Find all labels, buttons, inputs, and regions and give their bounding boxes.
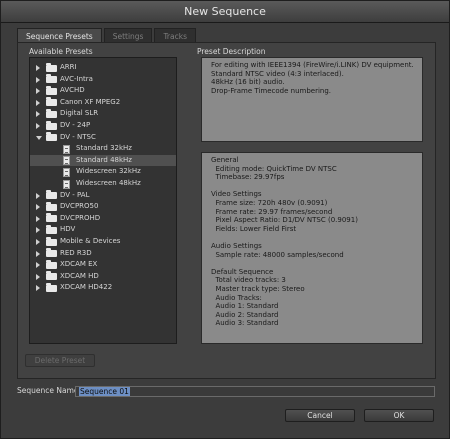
preset-item[interactable]: AVCHD	[30, 85, 176, 97]
preset-item-label: XDCAM EX	[60, 260, 98, 269]
folder-icon	[46, 213, 57, 223]
folder-icon	[46, 132, 57, 142]
preset-item[interactable]: HDV	[30, 224, 176, 236]
preset-item[interactable]: Canon XF MPEG2	[30, 97, 176, 109]
folder-icon	[46, 85, 57, 95]
preset-item-label: HDV	[60, 225, 76, 234]
new-sequence-dialog: New Sequence Sequence Presets Settings T…	[0, 0, 450, 439]
preset-item-label: DVCPRO50	[60, 202, 99, 211]
preset-item-label: AVCHD	[60, 86, 85, 95]
disclosure-closed-icon[interactable]	[36, 76, 40, 83]
disclosure-closed-icon[interactable]	[36, 123, 40, 129]
preset-item[interactable]: AVC-Intra	[30, 74, 176, 86]
preset-file-icon	[63, 167, 70, 177]
disclosure-closed-icon[interactable]	[36, 250, 40, 257]
disclosure-closed-icon[interactable]	[36, 239, 40, 245]
sequence-name-value: Sequence 01	[79, 387, 130, 396]
disclosure-closed-icon[interactable]	[36, 262, 40, 269]
preset-item-label: DV - NTSC	[60, 132, 96, 141]
disclosure-closed-icon[interactable]	[36, 215, 40, 222]
preset-item-label: DV - PAL	[60, 190, 90, 199]
folder-icon	[46, 259, 57, 269]
disclosure-closed-icon[interactable]	[36, 111, 40, 118]
preset-item-label: ARRI	[60, 63, 77, 71]
folder-icon	[46, 120, 57, 130]
preset-item-label: Canon XF MPEG2	[60, 97, 121, 106]
dialog-title: New Sequence	[1, 1, 449, 23]
tab-bar: Sequence Presets Settings Tracks	[17, 28, 196, 43]
folder-icon	[46, 248, 57, 258]
preset-item-label: Standard 32kHz	[76, 144, 132, 153]
folder-icon	[46, 190, 57, 200]
preset-item[interactable]: Digital SLR	[30, 108, 176, 120]
disclosure-closed-icon[interactable]	[36, 65, 40, 71]
tab-sequence-presets[interactable]: Sequence Presets	[17, 28, 102, 43]
preset-description-heading: Preset Description	[197, 47, 266, 56]
preset-item[interactable]: Mobile & Devices	[30, 236, 176, 248]
disclosure-closed-icon[interactable]	[36, 99, 40, 106]
preset-item-label: Widescreen 32kHz	[76, 167, 141, 176]
folder-icon	[46, 271, 57, 281]
folder-icon	[46, 74, 57, 84]
preset-item[interactable]: XDCAM HD	[30, 271, 176, 283]
cancel-button[interactable]: Cancel	[285, 409, 355, 422]
preset-item[interactable]: RED R3D	[30, 248, 176, 260]
preset-file-icon	[63, 179, 70, 189]
disclosure-closed-icon[interactable]	[36, 285, 40, 292]
preset-item[interactable]: XDCAM EX	[30, 259, 176, 271]
preset-item-label: AVC-Intra	[60, 74, 93, 83]
preset-summary: For editing with IEEE1394 (FireWire/i.LI…	[201, 57, 423, 142]
preset-item-label: DVCPROHD	[60, 213, 101, 222]
folder-icon	[46, 62, 57, 72]
preset-item[interactable]: Standard 32kHz	[30, 143, 176, 155]
tab-tracks[interactable]: Tracks	[154, 28, 196, 43]
preset-item-label: RED R3D	[60, 248, 92, 257]
disclosure-closed-icon[interactable]	[36, 192, 40, 199]
folder-icon	[46, 236, 57, 246]
preset-item[interactable]: DV - 24P	[30, 120, 176, 132]
preset-item[interactable]: Standard 48kHz	[30, 154, 176, 167]
preset-item-label: Mobile & Devices	[60, 237, 121, 245]
folder-icon	[46, 201, 57, 211]
preset-item-label: XDCAM HD422	[60, 283, 113, 292]
disclosure-closed-icon[interactable]	[36, 88, 40, 95]
delete-preset-button[interactable]: Delete Preset	[25, 354, 95, 367]
sequence-name-input[interactable]: Sequence 01	[75, 386, 435, 397]
available-presets-heading: Available Presets	[29, 47, 93, 56]
preset-item[interactable]: XDCAM HD422	[30, 282, 176, 294]
preset-item-label: DV - 24P	[60, 121, 91, 129]
preset-item[interactable]: DV - PAL	[30, 190, 176, 202]
preset-item[interactable]: DV - NTSC	[30, 132, 176, 144]
preset-item[interactable]: Widescreen 32kHz	[30, 166, 176, 178]
sequence-name-label: Sequence Name:	[17, 386, 82, 395]
preset-item-label: Standard 48kHz	[76, 155, 132, 164]
folder-icon	[46, 108, 57, 118]
folder-icon	[46, 224, 57, 234]
preset-item-label: Digital SLR	[60, 109, 99, 118]
disclosure-open-icon[interactable]	[36, 135, 42, 140]
tab-settings[interactable]: Settings	[103, 28, 153, 43]
preset-item[interactable]: Widescreen 48kHz	[30, 178, 176, 190]
disclosure-closed-icon[interactable]	[36, 204, 40, 211]
disclosure-closed-icon[interactable]	[36, 227, 40, 234]
disclosure-closed-icon[interactable]	[36, 273, 40, 280]
preset-details: General Editing mode: QuickTime DV NTSC …	[201, 152, 423, 344]
preset-item[interactable]: ARRI	[30, 62, 176, 74]
preset-file-icon	[63, 144, 70, 154]
preset-item-label: Widescreen 48kHz	[76, 179, 141, 187]
preset-item[interactable]: DVCPRO50	[30, 201, 176, 213]
preset-file-icon	[63, 156, 70, 166]
folder-icon	[46, 282, 57, 292]
preset-item[interactable]: DVCPROHD	[30, 213, 176, 225]
preset-item-label: XDCAM HD	[60, 271, 99, 280]
preset-tree[interactable]: ARRI AVC-Intra AVCHD Canon XF MPEG2 Digital …	[29, 57, 177, 344]
ok-button[interactable]: OK	[364, 409, 434, 422]
folder-icon	[46, 97, 57, 107]
